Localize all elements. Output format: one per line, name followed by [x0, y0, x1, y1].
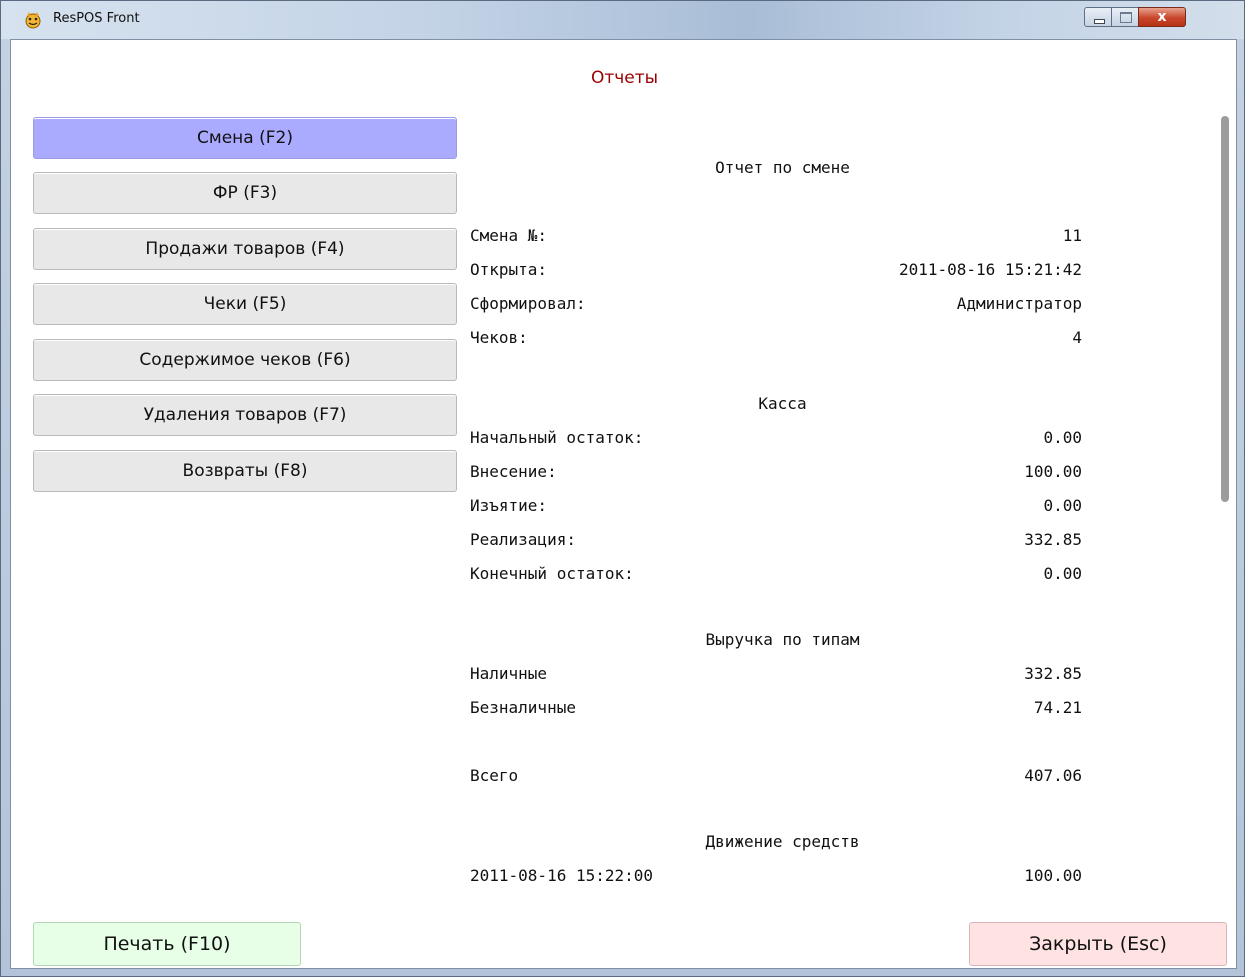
report-scrollbar[interactable] [1221, 116, 1229, 502]
row-label: Начальный остаток: [470, 428, 644, 447]
row-value: 0.00 [1043, 496, 1082, 515]
page-title: Отчеты [590, 68, 659, 88]
row-value: 0.00 [1043, 428, 1082, 447]
row-value: 74.21 [1033, 698, 1082, 717]
row-value: Администратор [956, 294, 1082, 313]
row-label: 2011-08-16 15:22:00 [470, 866, 654, 885]
row-label: Открыта: [470, 260, 548, 279]
row-value: 2011-08-16 15:21:42 [898, 260, 1082, 279]
row-value: 100.00 [1024, 866, 1082, 885]
cash-section-title: Касса [758, 394, 807, 413]
row-label: Безналичные [470, 698, 576, 717]
row-label: Внесение: [470, 462, 557, 481]
minimize-icon [1094, 19, 1105, 24]
row-label: Чеков: [470, 328, 528, 347]
nav-sales-button[interactable]: Продажи товаров (F4) [33, 228, 457, 270]
print-button[interactable]: Печать (F10) [33, 922, 301, 966]
row-label: Реализация: [470, 530, 576, 549]
row-value: 332.85 [1024, 664, 1082, 683]
nav-returns-button[interactable]: Возвраты (F8) [33, 450, 457, 492]
maximize-icon [1120, 12, 1132, 23]
total-value: 407.06 [1024, 766, 1082, 785]
row-label: Сформировал: [470, 294, 586, 313]
maximize-button[interactable] [1111, 7, 1139, 27]
window-title: ResPOS Front [53, 11, 140, 26]
nav-deletions-button[interactable]: Удаления товаров (F7) [33, 394, 457, 436]
row-value: 332.85 [1024, 530, 1082, 549]
row-label: Конечный остаток: [470, 564, 634, 583]
report-title: Отчет по смене [715, 158, 850, 177]
nav-receipts-button[interactable]: Чеки (F5) [33, 283, 457, 325]
nav-receipt-contents-button[interactable]: Содержимое чеков (F6) [33, 339, 457, 381]
row-value: 100.00 [1024, 462, 1082, 481]
minimize-button[interactable] [1084, 7, 1112, 27]
window-close-button[interactable]: x [1138, 7, 1186, 27]
row-label: Наличные [470, 664, 548, 683]
row-label: Изъятие: [470, 496, 548, 515]
title-bar[interactable]: ResPOS Front x [1, 1, 1244, 39]
nav-shift-button[interactable]: Смена (F2) [33, 117, 457, 159]
row-value: 4 [1072, 328, 1082, 347]
client-area: Отчеты Смена (F2) ФР (F3) Продажи товаро… [10, 39, 1237, 969]
revenue-section-title: Выручка по типам [705, 630, 860, 649]
report-panel: Отчет по смене Смена №: 11 Открыта: 2011… [470, 140, 1095, 900]
movement-section-title: Движение средств [705, 832, 860, 851]
app-logo-icon [25, 12, 41, 29]
row-value: 11 [1062, 226, 1082, 245]
nav-fr-button[interactable]: ФР (F3) [33, 172, 457, 214]
app-window: ResPOS Front x Отчеты Смена (F2) ФР (F3)… [0, 0, 1245, 977]
total-label: Всего [470, 766, 519, 785]
close-icon: x [1157, 9, 1167, 25]
row-label: Смена №: [470, 226, 548, 245]
close-button[interactable]: Закрыть (Esc) [969, 922, 1227, 966]
row-value: 0.00 [1043, 564, 1082, 583]
